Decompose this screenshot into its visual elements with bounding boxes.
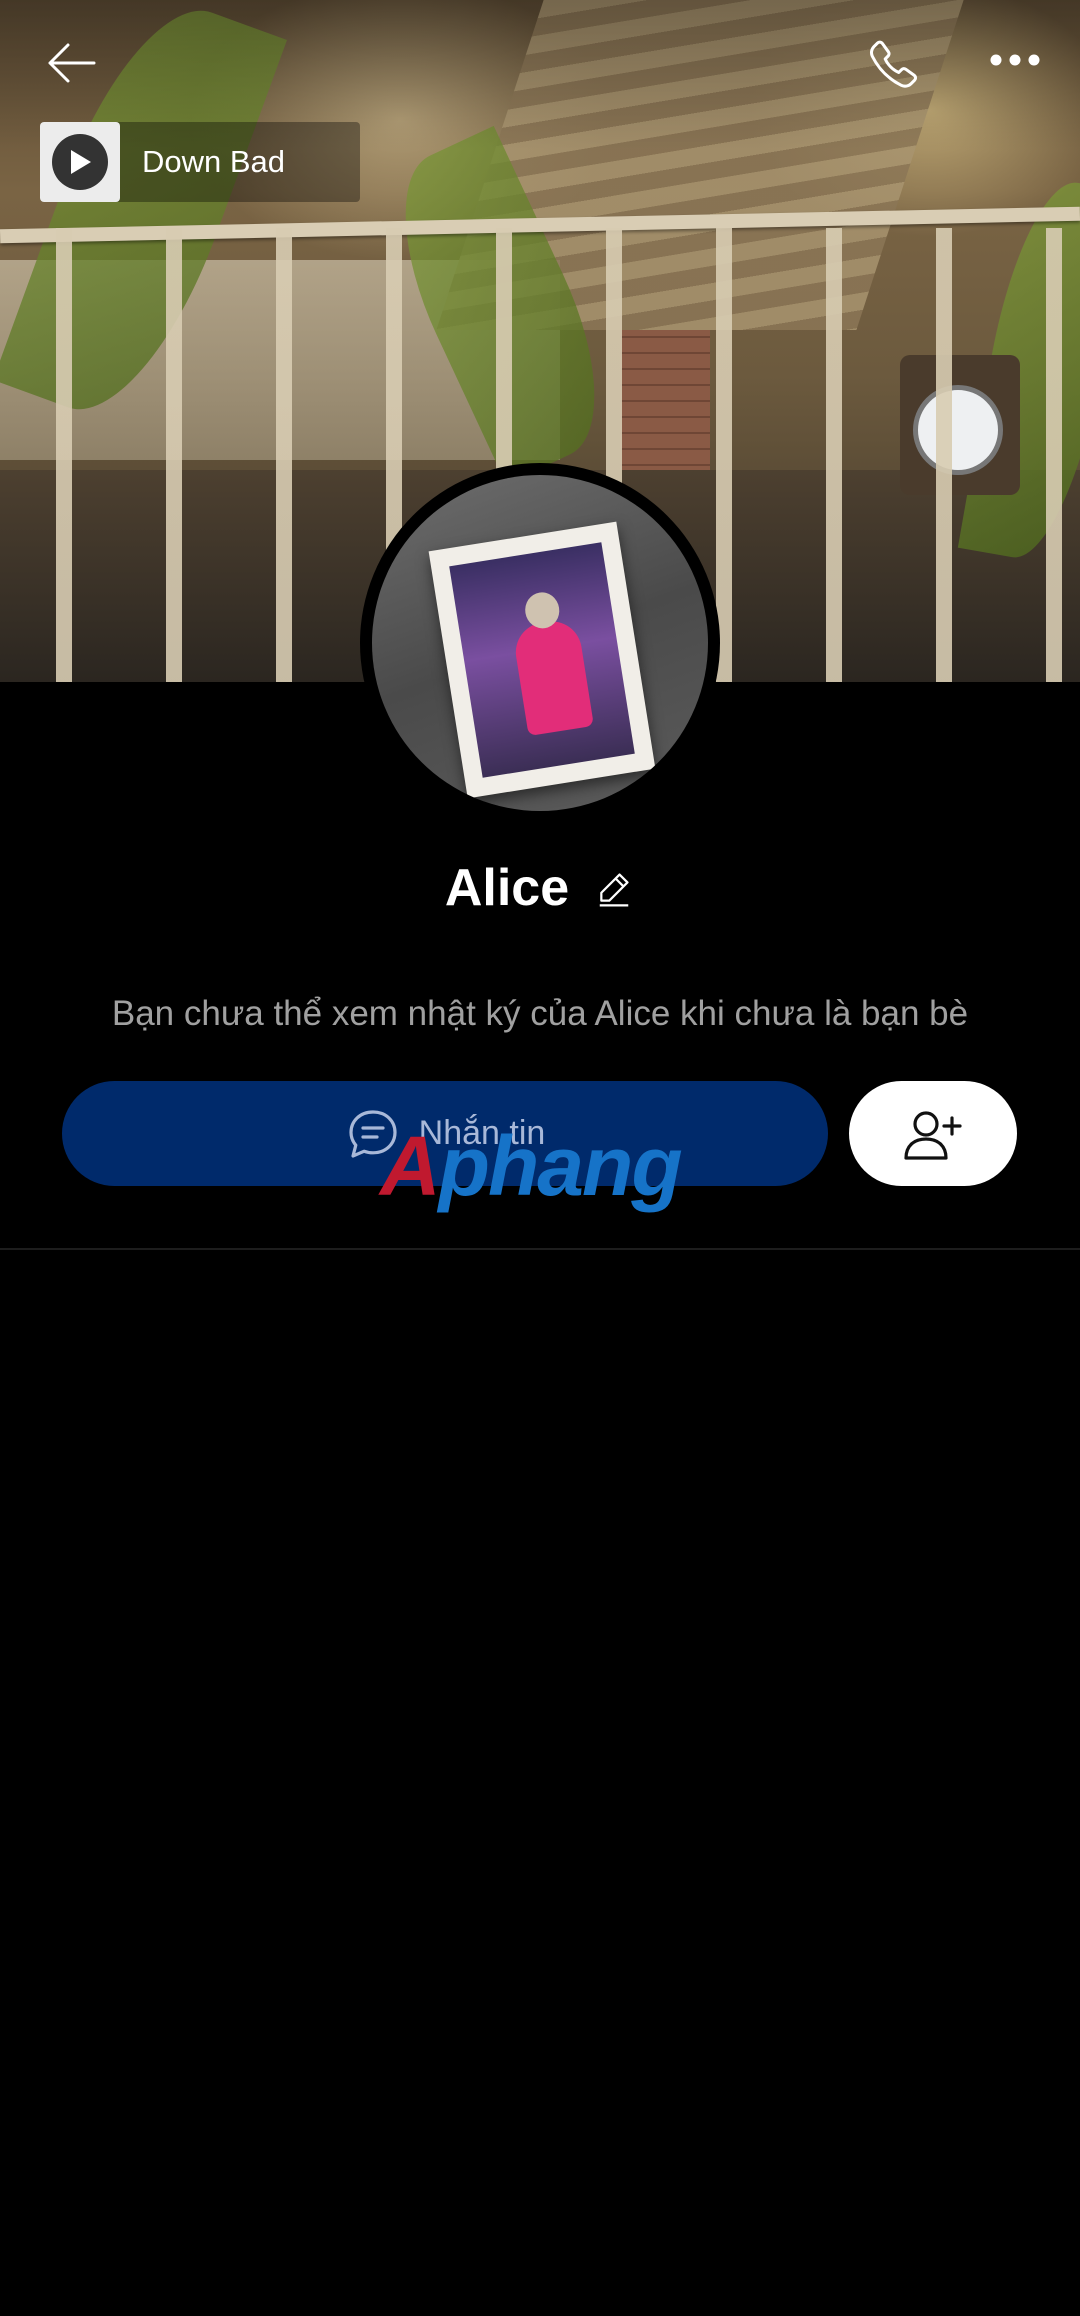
- profile-music[interactable]: Down Bad: [40, 122, 360, 202]
- friend-privacy-notice: Bạn chưa thể xem nhật ký của Alice khi c…: [111, 994, 969, 1033]
- top-bar: [0, 0, 1080, 120]
- music-disc: [52, 134, 108, 190]
- back-button[interactable]: [36, 28, 106, 98]
- message-button[interactable]: Nhắn tin: [62, 1081, 828, 1186]
- avatar-photo: [449, 542, 635, 778]
- section-divider: [0, 1248, 1080, 1250]
- name-row: Alice: [0, 858, 1080, 918]
- profile-name: Alice: [444, 859, 570, 917]
- more-horizontal-icon: [990, 54, 1040, 66]
- edit-name-button[interactable]: [593, 867, 635, 909]
- pencil-icon: [599, 873, 629, 907]
- music-thumbnail: [40, 122, 120, 202]
- avatar-photo-frame: [428, 521, 656, 799]
- avatar-image: [372, 475, 708, 811]
- arrow-left-icon: [48, 43, 96, 83]
- avatar[interactable]: [360, 463, 720, 823]
- add-friend-button[interactable]: [849, 1081, 1017, 1186]
- chat-bubble-icon: [349, 1109, 397, 1158]
- message-button-label: Nhắn tin: [418, 1114, 546, 1152]
- call-button[interactable]: [855, 25, 935, 105]
- add-user-icon: [904, 1110, 962, 1160]
- play-icon: [71, 150, 91, 174]
- phone-icon: [869, 40, 918, 88]
- more-options-button[interactable]: [980, 30, 1050, 90]
- music-title: Down Bad: [142, 144, 286, 179]
- avatar-person: [511, 617, 594, 737]
